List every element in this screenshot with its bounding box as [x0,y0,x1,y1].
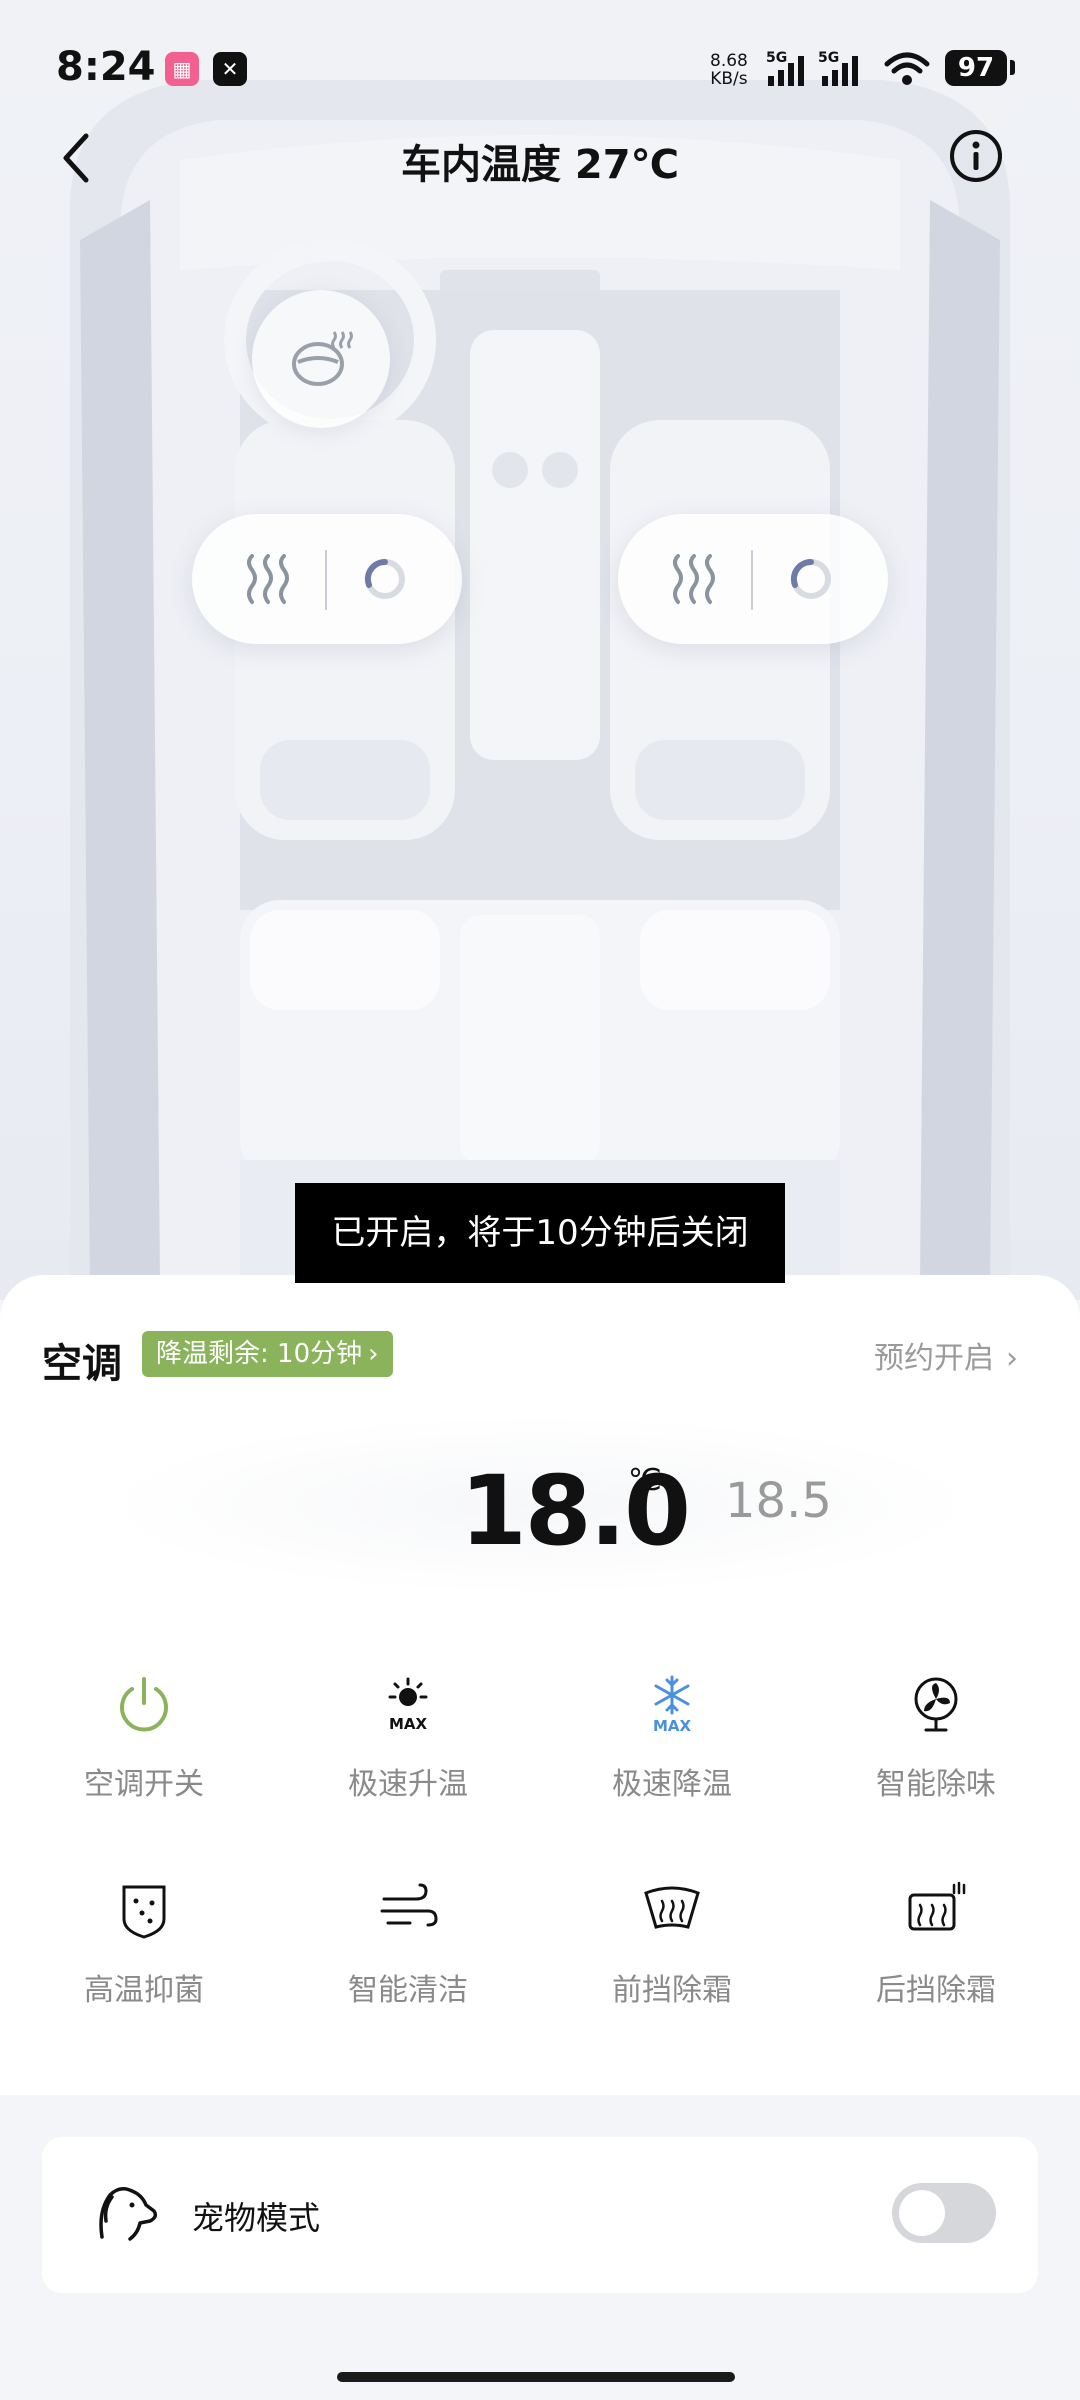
steering-wheel-heat-button[interactable] [252,290,390,428]
pet-mode-label: 宠物模式 [192,2199,321,2237]
max-cool-button[interactable]: MAX 极速降温 [537,1675,807,1835]
front-defrost-button[interactable]: 前挡除霜 [537,1881,807,2041]
seat-control-divider [751,550,753,610]
status-bar: 8:24 ▦ ✕ 8.68 KB/s 5G 5G 97 [0,0,1080,140]
signal-2-label: 5G [818,50,840,66]
signal-1-icon: 5G [766,50,814,90]
sterilize-icon [122,1885,166,1939]
max-heat-icon-text: MAX [389,1715,428,1733]
high-temp-sterilize-button[interactable]: 高温抑菌 [9,1881,279,2041]
power-icon [120,1677,168,1732]
passenger-seat-vent-icon[interactable] [786,554,836,604]
cooling-remaining-label: 降温剩余: 10分钟 [156,1339,363,1369]
chevron-right-icon: › [1006,1341,1018,1376]
front-defrost-label: 前挡除霜 [612,1973,732,2008]
bilibili-app-icon: ▦ [165,52,199,86]
ac-power-label: 空调开关 [84,1767,204,1802]
signal-1-label: 5G [766,50,788,66]
passenger-seat-heat-icon[interactable] [666,552,722,608]
seat-control-divider [325,550,327,610]
temperature-unit: ℃ [628,1463,662,1498]
fan-icon [914,1677,958,1732]
network-speed: 8.68 KB/s [710,52,748,88]
rear-defrost-icon [908,1881,966,1931]
smart-clean-label: 智能清洁 [348,1973,468,2008]
network-speed-value: 8.68 [710,51,748,71]
max-heat-icon: MAX [388,1677,428,1733]
next-temperature-option[interactable]: 18.5 [725,1473,832,1529]
rear-defrost-label: 后挡除霜 [876,1973,996,2008]
ac-power-toggle[interactable]: 空调开关 [9,1675,279,1835]
max-cool-icon-text: MAX [653,1717,692,1735]
pet-mode-toggle[interactable] [892,2183,996,2243]
schedule-start-label: 预约开启 [874,1341,994,1376]
home-indicator[interactable] [337,2372,735,2382]
steering-wheel-heat-icon [292,331,353,386]
toast-message: 已开启，将于10分钟后关闭 [295,1183,785,1283]
high-temp-sterilize-label: 高温抑菌 [84,1973,204,2008]
smart-deodorize-button[interactable]: 智能除味 [801,1675,1071,1835]
driver-seat-heat-icon[interactable] [240,552,296,608]
page-title: 车内温度 27℃ [400,142,680,188]
max-cool-label: 极速降温 [612,1767,732,1802]
max-cool-icon: MAX [653,1675,692,1735]
rear-defrost-button[interactable]: 后挡除霜 [801,1881,1071,2041]
driver-seat-controls [192,514,462,644]
car-top-view-illustration [70,80,1010,1300]
info-icon[interactable] [948,128,1004,184]
front-defrost-icon [644,1886,700,1929]
wifi-icon [884,52,930,85]
wind-icon [380,1883,438,1927]
toggle-knob [899,2190,945,2236]
cooling-remaining-badge[interactable]: 降温剩余: 10分钟 › [142,1331,393,1377]
signal-2-icon: 5G [818,50,868,90]
smart-clean-button[interactable]: 智能清洁 [273,1881,543,2041]
network-speed-unit: KB/s [710,69,748,89]
driver-seat-vent-icon[interactable] [360,554,410,604]
clock: 8:24 [56,44,156,90]
max-heat-button[interactable]: MAX 极速升温 [273,1675,543,1835]
schedule-start-link[interactable]: 预约开启 › [874,1333,1018,1377]
ac-section-title: 空调 [42,1341,122,1387]
passenger-seat-controls [618,514,888,644]
max-heat-label: 极速升温 [348,1767,468,1802]
battery-tip [1010,60,1015,75]
pet-mode-card: 宠物模式 [42,2137,1038,2293]
x-app-icon: ✕ [213,52,247,86]
dog-icon [99,2187,158,2241]
smart-deodorize-label: 智能除味 [876,1767,996,1802]
car-interior-view [0,0,1080,1300]
chevron-right-icon: › [368,1339,379,1369]
battery-indicator: 97 [945,50,1007,86]
ac-control-panel: 空调 降温剩余: 10分钟 › 预约开启 › 18.0 ℃ 18.5 空调开关 MA… [0,1275,1080,2095]
